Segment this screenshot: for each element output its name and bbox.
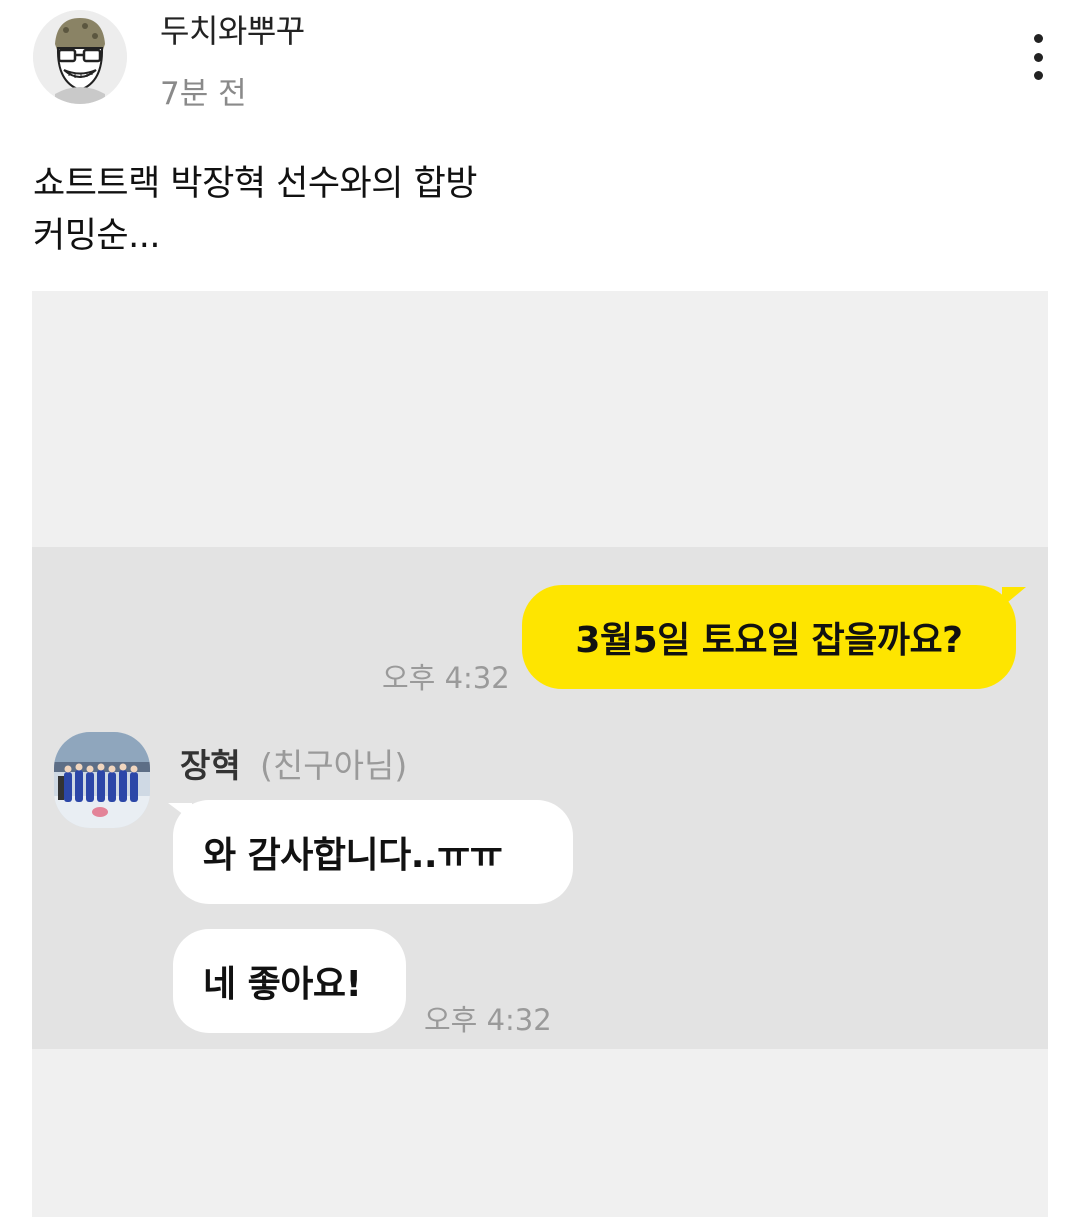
more-options-icon[interactable]: [1022, 34, 1054, 80]
friend-message-text: 와 감사합니다..ㅠㅠ: [203, 835, 503, 876]
friend-status-tag: (친구아님): [260, 746, 408, 785]
team-photo-icon: [54, 732, 150, 828]
chat-screenshot: 오후 4:32 3월5일 토요일 잡을까요? 장혁 (친구아님) 와 감사합니다…: [32, 547, 1048, 1049]
friend-message-time: 오후 4:32: [424, 1003, 552, 1037]
friend-message-bubble: 와 감사합니다..ㅠㅠ: [173, 800, 573, 904]
my-message-time: 오후 4:32: [382, 661, 510, 695]
my-message-text: 3월5일 토요일 잡을까요?: [575, 620, 963, 661]
my-message-bubble: 3월5일 토요일 잡을까요?: [522, 585, 1016, 689]
cartoon-face-icon: [33, 10, 127, 104]
post-body: 쇼트트랙 박장혁 선수와의 합방 커밍순...: [33, 158, 477, 262]
friend-name: 장혁: [180, 746, 241, 785]
friend-message-text: 네 좋아요!: [203, 964, 362, 1005]
friend-message-bubble: 네 좋아요!: [173, 929, 406, 1033]
post-image[interactable]: 오후 4:32 3월5일 토요일 잡을까요? 장혁 (친구아님) 와 감사합니다…: [32, 291, 1048, 1217]
dot: [1033, 52, 1043, 62]
dot: [1033, 34, 1043, 43]
friend-avatar: [54, 732, 150, 828]
post-body-line: 쇼트트랙 박장혁 선수와의 합방: [33, 164, 477, 204]
post-timestamp: 7분 전: [160, 76, 247, 112]
post-body-line: 커밍순...: [33, 216, 160, 256]
dot: [1033, 71, 1043, 80]
author-name[interactable]: 두치와뿌꾸: [160, 6, 305, 52]
author-avatar[interactable]: [33, 10, 127, 104]
